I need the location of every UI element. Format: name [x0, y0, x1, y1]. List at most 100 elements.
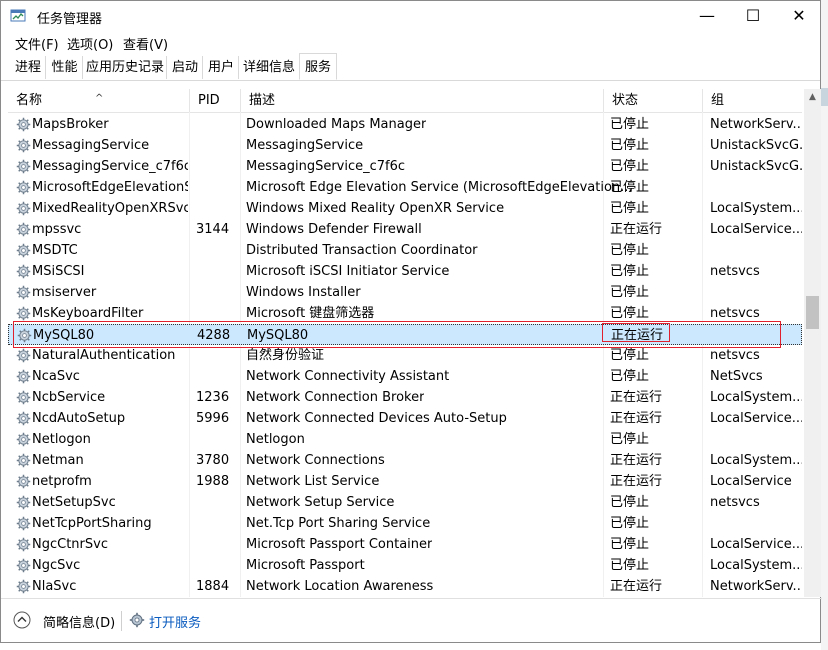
service-name: NlaSvc — [32, 579, 77, 594]
service-gear-icon — [16, 495, 31, 510]
service-gear-icon — [16, 222, 31, 237]
service-status: 已停止 — [610, 243, 650, 258]
service-row[interactable]: NgcCtnrSvc Microsoft Passport Container 已停… — [8, 534, 802, 555]
tab-performance[interactable]: 性能 — [47, 56, 83, 79]
column-header-group[interactable]: 组 — [703, 89, 802, 112]
service-row[interactable]: MessagingService MessagingService 已停止 Unist… — [8, 135, 802, 156]
service-row[interactable]: NetTcpPortSharing Net.Tcp Port Sharing Se… — [8, 513, 802, 534]
title-bar[interactable]: 任务管理器 — ☐ ✕ — [1, 1, 820, 31]
service-group: netsvcs — [710, 264, 760, 279]
service-row[interactable]: MicrosoftEdgeElevationS... Microsoft Edge… — [8, 177, 802, 198]
footer-divider — [121, 611, 122, 631]
service-group: UnistackSvcG... — [710, 138, 802, 153]
service-row[interactable]: MapsBroker Downloaded Maps Manager 已停止 Netw… — [8, 114, 802, 135]
menu-options[interactable]: 选项(O) — [67, 34, 113, 53]
service-status: 正在运行 — [610, 474, 663, 489]
maximize-button[interactable]: ☐ — [730, 1, 776, 31]
service-row[interactable]: NetSetupSvc Network Setup Service 已停止 netsv… — [8, 492, 802, 513]
service-row[interactable]: NaturalAuthentication 自然身份验证 已停止 netsvcs — [8, 345, 802, 366]
service-gear-icon — [16, 390, 31, 405]
service-row[interactable]: mpssvc 3144 Windows Defender Firewall 正在运行 L… — [8, 219, 802, 240]
service-group: NetworkServ... — [710, 579, 802, 594]
close-button[interactable]: ✕ — [776, 1, 822, 31]
scroll-thumb[interactable] — [806, 296, 819, 329]
service-row[interactable]: msiserver Windows Installer 已停止 — [8, 282, 802, 303]
tab-details[interactable]: 详细信息 — [240, 56, 298, 79]
tab-startup[interactable]: 启动 — [168, 56, 203, 79]
sort-ascending-icon: ^ — [95, 93, 104, 104]
column-header-pid[interactable]: PID — [190, 89, 241, 112]
task-manager-window: 任务管理器 — ☐ ✕ 文件(F) 选项(O) 查看(V) 进程 性能 应用历史… — [0, 0, 822, 645]
service-row[interactable]: MixedRealityOpenXRSvc Windows Mixed Reali… — [8, 198, 802, 219]
collapse-up-icon[interactable] — [13, 611, 31, 629]
service-gear-icon — [16, 159, 31, 174]
fewer-details-link[interactable]: 简略信息(D) — [43, 612, 115, 631]
service-row[interactable]: MSDTC Distributed Transaction Coordinator… — [8, 240, 802, 261]
service-status: 已停止 — [610, 495, 650, 510]
menu-file[interactable]: 文件(F) — [15, 34, 59, 53]
minimize-button[interactable]: — — [684, 1, 730, 31]
service-gear-icon — [16, 180, 31, 195]
column-header-status[interactable]: 状态 — [604, 89, 703, 112]
service-desc: Net.Tcp Port Sharing Service — [246, 516, 431, 531]
column-header-name[interactable]: 名称 ^ — [8, 89, 190, 112]
service-row[interactable]: NcbService 1236 Network Connection Broker 正… — [8, 387, 802, 408]
service-desc: Windows Installer — [246, 285, 361, 300]
service-group: LocalService... — [710, 537, 802, 552]
service-status: 正在运行 — [610, 411, 663, 426]
services-gear-icon — [129, 612, 145, 628]
service-gear-icon — [16, 264, 31, 279]
service-pid: 1884 — [196, 579, 230, 594]
service-gear-icon — [16, 285, 31, 300]
service-status: 已停止 — [610, 432, 650, 447]
tab-app-history[interactable]: 应用历史记录 — [84, 56, 167, 79]
service-row[interactable]: NlaSvc 1884 Network Location Awareness 正在运行… — [8, 576, 802, 597]
service-gear-icon — [16, 201, 31, 216]
service-name: netprofm — [32, 474, 92, 489]
service-pid: 1236 — [196, 390, 230, 405]
tab-services[interactable]: 服务 — [299, 53, 337, 80]
menu-bar: 文件(F) 选项(O) 查看(V) — [1, 31, 820, 53]
service-row[interactable]: MessagingService_c7f6c MessagingService_c… — [8, 156, 802, 177]
tab-processes[interactable]: 进程 — [11, 56, 46, 79]
service-pid: 5996 — [196, 411, 230, 426]
service-group: LocalService... — [710, 222, 802, 237]
service-row[interactable]: NcaSvc Network Connectivity Assistant 已停止 N… — [8, 366, 802, 387]
service-status: 正在运行 — [610, 390, 663, 405]
service-desc: Microsoft iSCSI Initiator Service — [246, 264, 450, 279]
service-gear-icon — [16, 474, 31, 489]
service-name: MicrosoftEdgeElevationS... — [32, 180, 188, 195]
service-desc: Netlogon — [246, 432, 305, 447]
footer-bar: 简略信息(D) 打开服务 — [1, 598, 822, 645]
column-header-description[interactable]: 描述 — [241, 89, 604, 112]
scroll-up-arrow-icon[interactable]: ▲ — [804, 89, 821, 106]
service-desc: Microsoft Passport — [246, 558, 365, 573]
service-gear-icon — [16, 306, 31, 321]
vertical-scrollbar[interactable]: ▲ — [804, 89, 821, 597]
service-row[interactable]: netprofm 1988 Network List Service 正在运行 Loca… — [8, 471, 802, 492]
service-row[interactable]: MSiSCSI Microsoft iSCSI Initiator Service… — [8, 261, 802, 282]
service-group: LocalService... — [710, 411, 802, 426]
service-row[interactable]: NgcSvc Microsoft Passport 已停止 LocalSystem..… — [8, 555, 802, 576]
open-services-link[interactable]: 打开服务 — [149, 612, 201, 631]
service-group: LocalSystem... — [710, 201, 802, 216]
service-desc: Network List Service — [246, 474, 380, 489]
service-gear-icon — [16, 537, 31, 552]
service-row[interactable]: NcdAutoSetup 5996 Network Connected Device… — [8, 408, 802, 429]
annotation-highlight-status — [602, 323, 670, 342]
service-status: 正在运行 — [610, 222, 663, 237]
service-desc: Windows Mixed Reality OpenXR Service — [246, 201, 505, 216]
service-desc: Network Connectivity Assistant — [246, 369, 450, 384]
service-status: 已停止 — [610, 117, 650, 132]
service-gear-icon — [16, 243, 31, 258]
service-gear-icon — [16, 558, 31, 573]
service-group: LocalSystem... — [710, 558, 802, 573]
window-title: 任务管理器 — [37, 12, 103, 27]
service-row[interactable]: Netman 3780 Network Connections 正在运行 LocalSy… — [8, 450, 802, 471]
menu-view[interactable]: 查看(V) — [123, 34, 168, 53]
tab-users[interactable]: 用户 — [204, 56, 239, 79]
service-name: NgcSvc — [32, 558, 81, 573]
service-group: LocalService — [710, 474, 792, 489]
service-row[interactable]: Netlogon Netlogon 已停止 — [8, 429, 802, 450]
service-desc: Downloaded Maps Manager — [246, 117, 427, 132]
